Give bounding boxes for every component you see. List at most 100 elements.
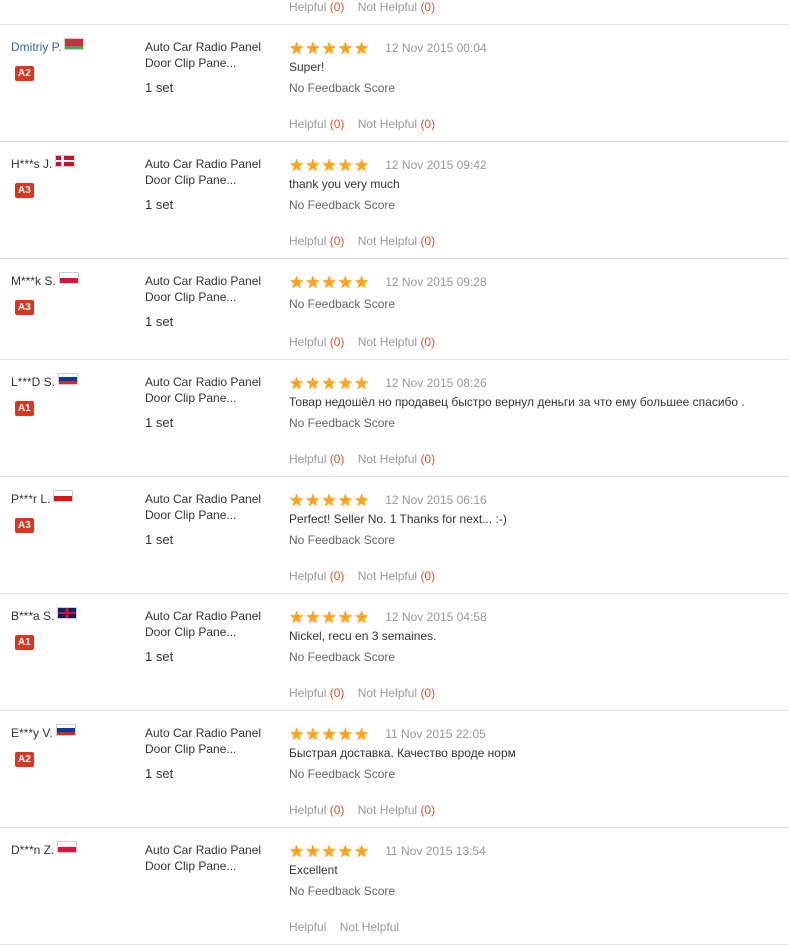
star-icon: ★ bbox=[305, 490, 321, 510]
product-title[interactable]: Auto Car Radio Panel Door Clip Pane... bbox=[145, 491, 280, 523]
helpful-button[interactable]: Helpful (0) bbox=[289, 117, 344, 131]
star-icon: ★ bbox=[305, 38, 321, 58]
product-title[interactable]: Auto Car Radio Panel Door Clip Pane... bbox=[145, 156, 280, 188]
star-icon: ★ bbox=[337, 490, 353, 510]
star-icon: ★ bbox=[321, 724, 337, 744]
product-title[interactable]: Auto Car Radio Panel Door Clip Pane... bbox=[145, 725, 280, 757]
star-icon: ★ bbox=[289, 841, 305, 861]
review-item: E***y V. A2 Auto Car Radio Panel Door Cl… bbox=[0, 711, 789, 828]
review-content: ★ ★ ★ ★ ★ 12 Nov 2015 09:28 No Feedback Scor… bbox=[289, 272, 779, 312]
reviewer-info: L***D S. A1 bbox=[11, 373, 136, 416]
review-item: H***s J. A3 Auto Car Radio Panel Door Cl… bbox=[0, 142, 789, 259]
review-comment: Быстрая доставка. Качество вроде норм bbox=[289, 746, 516, 760]
product-title[interactable]: Auto Car Radio Panel Door Clip Pane... bbox=[145, 39, 280, 71]
review-date: 12 Nov 2015 04:58 bbox=[385, 610, 487, 624]
star-icon: ★ bbox=[289, 38, 305, 58]
star-icon: ★ bbox=[337, 841, 353, 861]
flag-cz-icon bbox=[53, 490, 74, 502]
order-quantity: 1 set bbox=[145, 532, 174, 547]
reviewer-info: H***s J. A3 bbox=[11, 155, 136, 198]
review-content: ★ ★ ★ ★ ★ 11 Nov 2015 13:54 Excellent No Fee… bbox=[289, 841, 779, 899]
not-helpful-button[interactable]: Not Helpful (0) bbox=[358, 452, 435, 466]
not-helpful-button[interactable]: Not Helpful (0) bbox=[358, 234, 435, 248]
star-icon: ★ bbox=[289, 373, 305, 393]
order-quantity: 1 set bbox=[145, 415, 174, 430]
star-icon: ★ bbox=[321, 490, 337, 510]
review-feed: Helpful (0) Not Helpful (0) Dmitriy P. A… bbox=[0, 0, 789, 945]
review-content: ★ ★ ★ ★ ★ 12 Nov 2015 09:42 thank you very m… bbox=[289, 156, 779, 213]
buyer-level-badge: A3 bbox=[15, 183, 34, 198]
vote-bar: Helpful (0) Not Helpful (0) bbox=[289, 117, 445, 131]
star-icon: ★ bbox=[305, 373, 321, 393]
star-icon: ★ bbox=[289, 607, 305, 627]
product-info: Auto Car Radio Panel Door Clip Pane... bbox=[145, 842, 280, 883]
not-helpful-button[interactable]: Not Helpful (0) bbox=[358, 686, 435, 700]
helpful-button[interactable]: Helpful (0) bbox=[289, 686, 344, 700]
star-rating: ★ ★ ★ ★ ★ bbox=[289, 375, 369, 392]
feedback-score: No Feedback Score bbox=[289, 198, 396, 212]
product-info: Auto Car Radio Panel Door Clip Pane... 1… bbox=[145, 491, 280, 547]
star-icon: ★ bbox=[354, 607, 370, 627]
feedback-score: No Feedback Score bbox=[289, 297, 396, 311]
product-info: Auto Car Radio Panel Door Clip Pane... 1… bbox=[145, 156, 280, 212]
helpful-button[interactable]: Helpful (0) bbox=[289, 0, 344, 14]
not-helpful-button[interactable]: Not Helpful (0) bbox=[358, 0, 435, 14]
buyer-level-badge: A2 bbox=[15, 752, 34, 767]
star-icon: ★ bbox=[321, 607, 337, 627]
star-rating: ★ ★ ★ ★ ★ bbox=[289, 157, 369, 174]
star-icon: ★ bbox=[305, 272, 321, 292]
review-comment: thank you very much bbox=[289, 177, 400, 191]
review-item: B***a S. A1 Auto Car Radio Panel Door Cl… bbox=[0, 594, 789, 711]
review-item: M***k S. A3 Auto Car Radio Panel Door Cl… bbox=[0, 259, 789, 360]
vote-bar: Helpful (0) Not Helpful (0) bbox=[289, 452, 445, 466]
product-info: Auto Car Radio Panel Door Clip Pane... 1… bbox=[145, 39, 280, 95]
product-title[interactable]: Auto Car Radio Panel Door Clip Pane... bbox=[145, 842, 280, 874]
product-info: Auto Car Radio Panel Door Clip Pane... 1… bbox=[145, 725, 280, 781]
star-icon: ★ bbox=[305, 724, 321, 744]
review-comment: Excellent bbox=[289, 863, 338, 877]
flag-uk-icon bbox=[57, 607, 78, 619]
vote-bar: Helpful Not Helpful bbox=[289, 920, 409, 934]
star-icon: ★ bbox=[321, 272, 337, 292]
flag-dk-icon bbox=[55, 155, 76, 167]
helpful-button[interactable]: Helpful (0) bbox=[289, 452, 344, 466]
not-helpful-button[interactable]: Not Helpful (0) bbox=[358, 335, 435, 349]
helpful-button[interactable]: Helpful (0) bbox=[289, 569, 344, 583]
not-helpful-button[interactable]: Not Helpful (0) bbox=[358, 117, 435, 131]
helpful-button[interactable]: Helpful (0) bbox=[289, 803, 344, 817]
star-rating: ★ ★ ★ ★ ★ bbox=[289, 726, 369, 743]
buyer-level-badge: A3 bbox=[15, 518, 34, 533]
review-comment: Perfect! Seller No. 1 Thanks for next...… bbox=[289, 512, 507, 526]
review-item: Dmitriy P. A2 Auto Car Radio Panel Door … bbox=[0, 25, 789, 142]
review-content: ★ ★ ★ ★ ★ 12 Nov 2015 08:26 Товар недошёл но… bbox=[289, 374, 779, 431]
star-icon: ★ bbox=[289, 724, 305, 744]
feedback-score: No Feedback Score bbox=[289, 533, 396, 547]
star-icon: ★ bbox=[354, 155, 370, 175]
star-icon: ★ bbox=[289, 490, 305, 510]
review-date: 11 Nov 2015 22:05 bbox=[385, 727, 486, 741]
buyer-level-badge: A1 bbox=[15, 635, 34, 650]
star-icon: ★ bbox=[321, 841, 337, 861]
helpful-button[interactable]: Helpful bbox=[289, 920, 330, 934]
not-helpful-button[interactable]: Not Helpful (0) bbox=[358, 569, 435, 583]
feedback-score: No Feedback Score bbox=[289, 767, 396, 781]
buyer-level-badge: A1 bbox=[15, 401, 34, 416]
star-icon: ★ bbox=[321, 373, 337, 393]
product-title[interactable]: Auto Car Radio Panel Door Clip Pane... bbox=[145, 608, 280, 640]
reviewer-name: L***D S. bbox=[11, 375, 56, 389]
product-title[interactable]: Auto Car Radio Panel Door Clip Pane... bbox=[145, 273, 280, 305]
review-item: P***r L. A3 Auto Car Radio Panel Door Cl… bbox=[0, 477, 789, 594]
reviewer-name[interactable]: Dmitriy P. bbox=[11, 40, 61, 54]
reviewer-name: D***n Z. bbox=[11, 843, 55, 857]
review-date: 12 Nov 2015 09:28 bbox=[385, 275, 487, 289]
helpful-button[interactable]: Helpful (0) bbox=[289, 234, 344, 248]
flag-pl-icon bbox=[58, 272, 79, 284]
feedback-score: No Feedback Score bbox=[289, 884, 396, 898]
review-content: ★ ★ ★ ★ ★ 11 Nov 2015 22:05 Быстрая доставка… bbox=[289, 725, 779, 782]
not-helpful-button[interactable]: Not Helpful (0) bbox=[358, 803, 435, 817]
star-rating: ★ ★ ★ ★ ★ bbox=[289, 492, 369, 509]
review-item: L***D S. A1 Auto Car Radio Panel Door Cl… bbox=[0, 360, 789, 477]
not-helpful-button[interactable]: Not Helpful bbox=[340, 920, 399, 934]
helpful-button[interactable]: Helpful (0) bbox=[289, 335, 344, 349]
product-title[interactable]: Auto Car Radio Panel Door Clip Pane... bbox=[145, 374, 280, 406]
